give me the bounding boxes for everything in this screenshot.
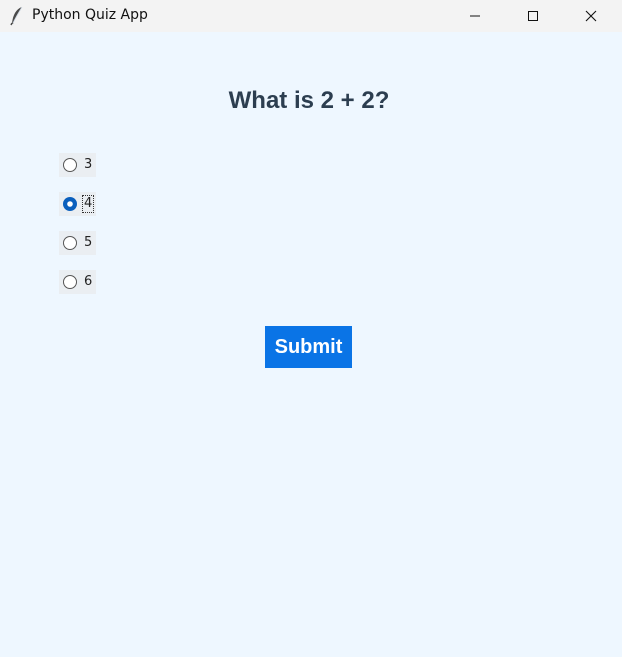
submit-button[interactable]: Submit [265,326,352,368]
minimize-icon [469,10,481,22]
title-bar[interactable]: Python Quiz App [0,0,622,32]
feather-icon [10,6,24,26]
question-text: What is 2 + 2? [228,87,390,114]
minimize-button[interactable] [446,0,504,32]
option-radio-1[interactable]: 3 [59,153,96,177]
option-label: 3 [84,157,93,172]
close-icon [585,10,597,22]
radio-unselected-icon [62,274,78,290]
radio-unselected-icon [62,157,78,173]
maximize-button[interactable] [504,0,562,32]
radio-unselected-icon [62,235,78,251]
close-button[interactable] [562,0,620,32]
window-title: Python Quiz App [32,7,148,23]
option-label: 5 [84,235,93,250]
app-window: Python Quiz App What is 2 + 2? 3 4 5 6 S… [0,0,622,657]
option-label: 6 [84,274,93,289]
option-radio-2[interactable]: 4 [59,192,96,216]
quiz-panel: What is 2 + 2? 3 4 5 6 Submit [0,32,622,657]
radio-selected-icon [62,196,78,212]
option-radio-3[interactable]: 5 [59,231,96,255]
maximize-icon [527,10,539,22]
option-radio-4[interactable]: 6 [59,270,96,294]
option-label: 4 [81,195,95,213]
